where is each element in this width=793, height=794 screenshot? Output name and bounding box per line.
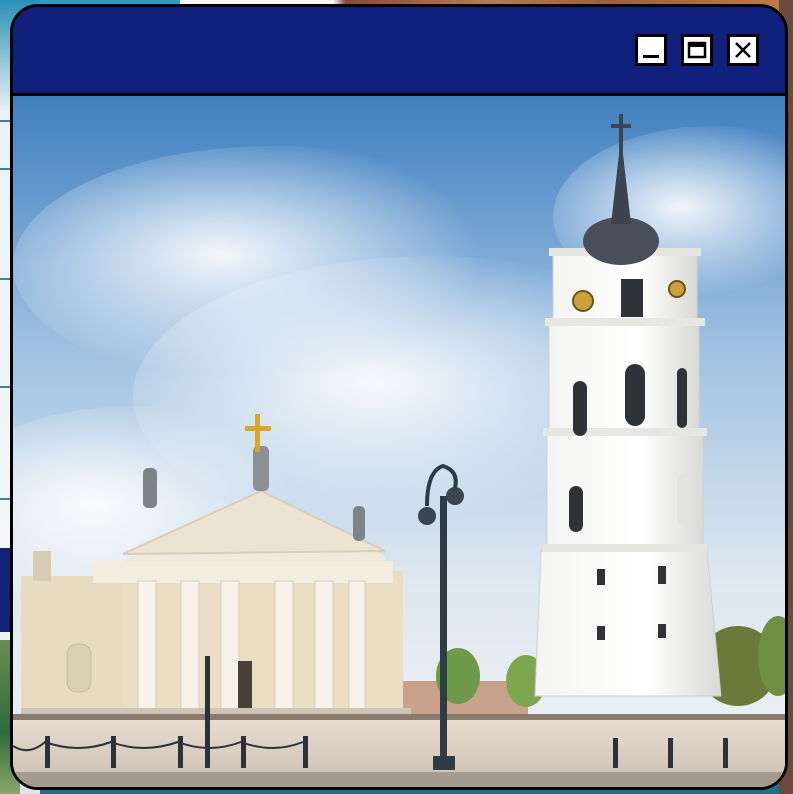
maximize-button[interactable] <box>681 34 713 66</box>
close-button[interactable] <box>727 34 759 66</box>
window-controls <box>635 34 759 66</box>
window-titlebar[interactable] <box>13 7 785 96</box>
image-viewer-window <box>10 4 788 790</box>
minimize-icon <box>643 55 659 58</box>
maximize-icon <box>687 41 707 59</box>
minimize-button[interactable] <box>635 34 667 66</box>
cathedral-and-bell-tower-photo <box>13 96 785 787</box>
photo-content <box>13 96 785 787</box>
close-icon <box>735 42 751 58</box>
